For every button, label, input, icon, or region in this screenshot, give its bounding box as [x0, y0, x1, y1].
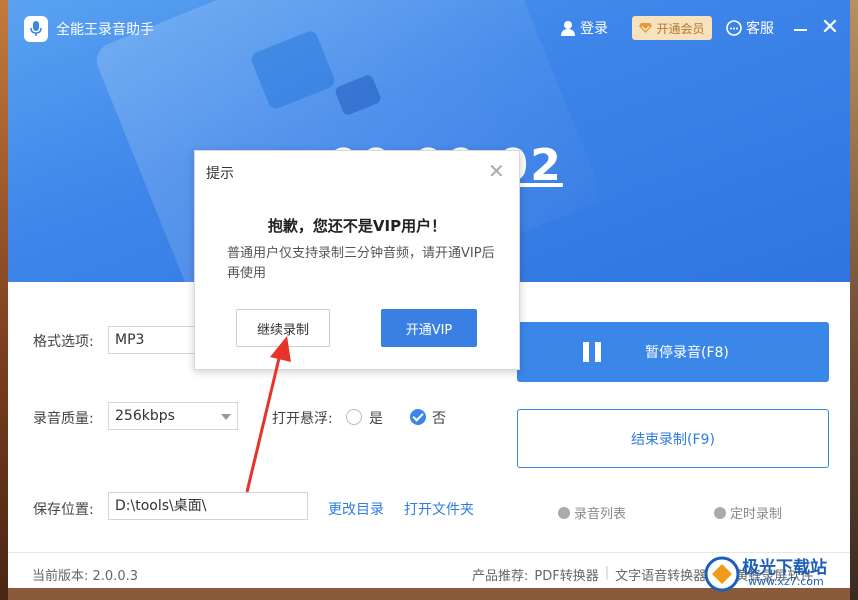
annotation-arrow [245, 336, 291, 493]
watermark-url: www.xz7.com [748, 575, 824, 588]
watermark-logo-icon [704, 556, 740, 592]
